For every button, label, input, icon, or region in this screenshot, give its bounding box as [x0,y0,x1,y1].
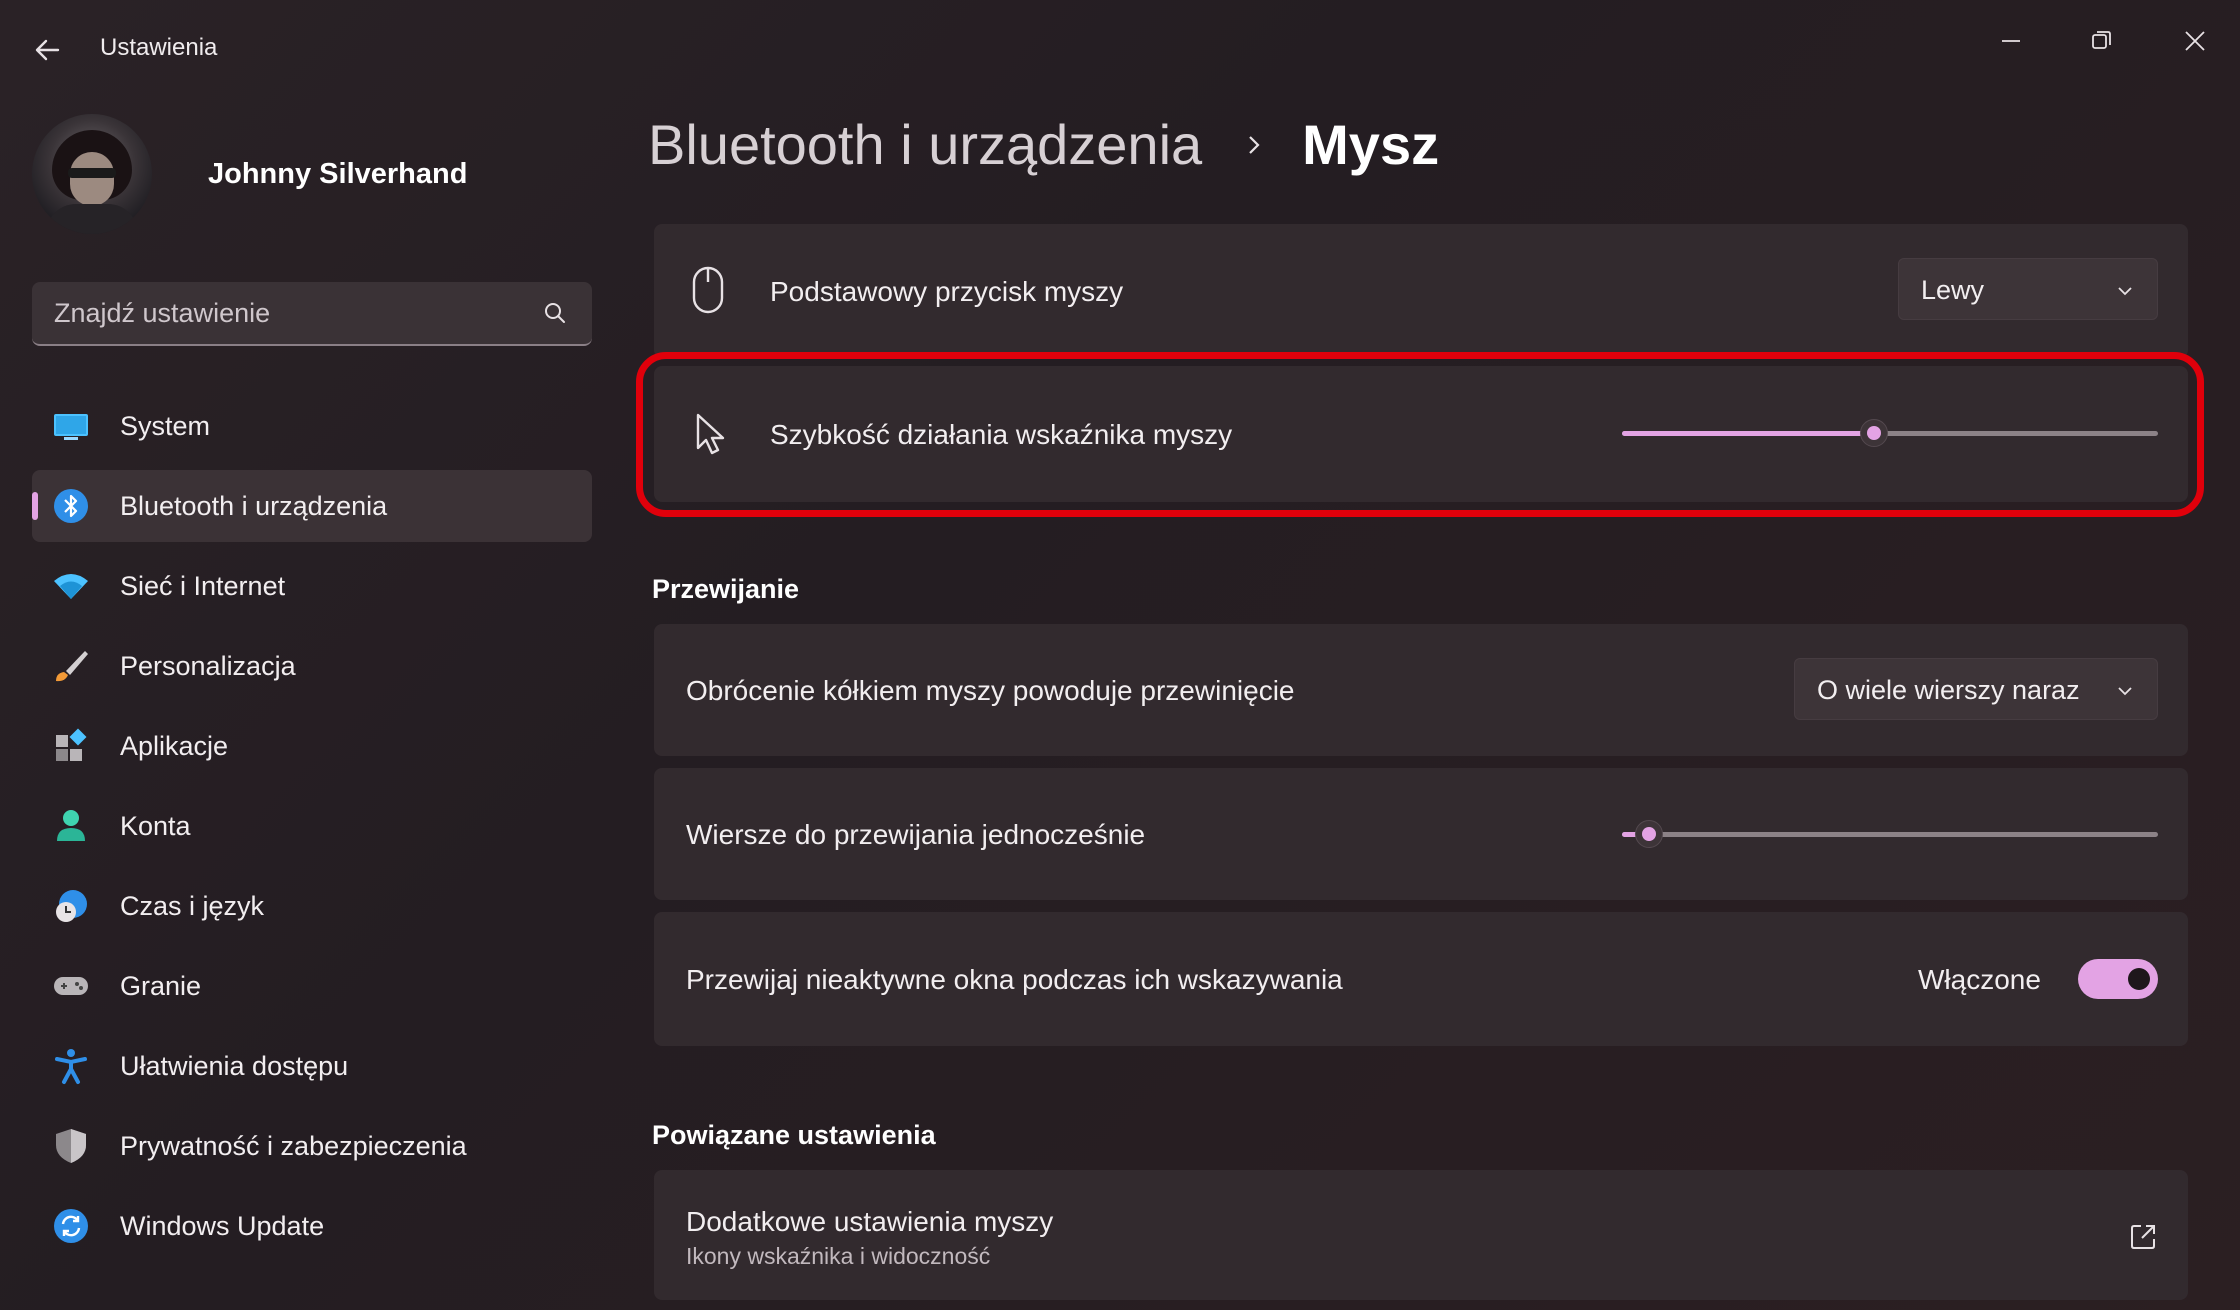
restore-button[interactable] [2066,16,2136,66]
related-settings-heading: Powiązane ustawienia [652,1120,936,1150]
minimize-icon [2002,40,2020,42]
profile-name: Johnny Silverhand [208,157,468,190]
inactive-scroll-toggle[interactable] [2078,959,2158,999]
sidebar-item-label: Bluetooth i urządzenia [120,490,388,521]
pointer-icon [696,413,725,455]
account-icon [57,810,85,841]
lines-to-scroll-slider[interactable] [1622,819,2158,849]
dropdown-value: O wiele wierszy naraz [1817,675,2080,705]
lines-to-scroll-card: Wiersze do przewijania jednocześnie [654,768,2188,900]
external-link-icon[interactable] [2128,1222,2158,1252]
additional-mouse-settings-card[interactable]: Dodatkowe ustawienia myszy Ikony wskaźni… [654,1170,2188,1300]
toggle-knob [2128,968,2150,990]
chevron-down-icon [2118,287,2132,296]
sidebar-item-label: System [120,410,211,441]
sidebar-item-privacy[interactable]: Prywatność i zabezpieczenia [32,1110,592,1182]
additional-settings-subtitle: Ikony wskaźnika i widoczność [686,1243,991,1269]
windows-update-icon [54,1209,88,1243]
inactive-scroll-label: Przewijaj nieaktywne okna podczas ich ws… [686,964,1343,995]
sidebar-item-gaming[interactable]: Granie [32,950,592,1022]
sidebar-item-label: Prywatność i zabezpieczenia [120,1130,467,1161]
inactive-scroll-card: Przewijaj nieaktywne okna podczas ich ws… [654,912,2188,1046]
slider-track [1622,832,2158,837]
pointer-speed-card: Szybkość działania wskaźnika myszy [654,366,2188,502]
selection-indicator [32,492,38,520]
search-icon[interactable] [542,300,568,326]
scrolling-heading: Przewijanie [652,574,800,604]
apps-icon [56,728,87,761]
close-button[interactable] [2160,16,2230,66]
wheel-scroll-label: Obrócenie kółkiem myszy powoduje przewin… [686,675,1295,706]
search-box[interactable] [32,282,592,346]
restore-icon [2092,31,2111,49]
sidebar-item-personalization[interactable]: Personalizacja [32,630,592,702]
mouse-icon [692,266,724,314]
app-title: Ustawienia [100,34,218,61]
sidebar-item-accessibility[interactable]: Ułatwienia dostępu [32,1030,592,1102]
avatar [32,114,152,234]
sidebar-item-label: Czas i język [120,890,265,921]
minimize-button[interactable] [1976,16,2046,66]
slider-thumb[interactable] [1859,419,1888,447]
lines-to-scroll-label: Wiersze do przewijania jednocześnie [686,819,1146,850]
sidebar-item-label: Konta [120,810,191,841]
breadcrumb: Bluetooth i urządzenia Mysz [648,112,1439,177]
close-icon [2185,31,2205,51]
title-bar: Ustawienia [0,0,2240,100]
sidebar-item-bluetooth[interactable]: Bluetooth i urządzenia [32,470,592,542]
slider-thumb[interactable] [1634,820,1663,848]
back-arrow-icon[interactable] [28,30,68,70]
chevron-down-icon [2118,687,2132,696]
accessibility-icon [55,1049,87,1084]
sidebar-item-label: Aplikacje [120,730,229,761]
sidebar-item-label: Personalizacja [120,650,296,681]
sidebar-item-time-language[interactable]: Czas i język [32,870,592,942]
wheel-scroll-card: Obrócenie kółkiem myszy powoduje przewin… [654,624,2188,756]
bluetooth-icon [54,489,88,523]
gamepad-icon [54,977,88,995]
wifi-icon [54,574,88,599]
additional-settings-title: Dodatkowe ustawienia myszy [686,1206,1054,1237]
sidebar-item-apps[interactable]: Aplikacje [32,710,592,782]
wheel-scroll-dropdown[interactable]: O wiele wierszy naraz [1794,658,2158,720]
user-profile[interactable]: Johnny Silverhand [32,114,467,234]
sidebar-item-label: Ułatwienia dostępu [120,1050,349,1081]
time-language-icon [56,890,87,922]
page-title: Mysz [1302,113,1440,176]
pointer-speed-label: Szybkość działania wskaźnika myszy [770,419,1233,450]
sidebar-item-label: Sieć i Internet [120,570,286,601]
primary-button-label: Podstawowy przycisk myszy [770,276,1124,307]
primary-button-card: Podstawowy przycisk myszy Lewy [654,224,2188,358]
search-input[interactable] [52,282,536,344]
pointer-speed-slider[interactable] [1622,418,2158,448]
primary-button-dropdown[interactable]: Lewy [1898,258,2158,320]
sidebar-item-system[interactable]: System [32,390,592,462]
sidebar-nav: System Bluetooth i urządzenia Sieć i Int… [32,390,592,1270]
system-icon [54,414,88,440]
slider-fill [1622,431,1874,436]
toggle-state-label: Włączone [1918,964,2041,995]
dropdown-value: Lewy [1921,275,1985,305]
chevron-right-icon [1249,135,1260,154]
sidebar-item-label: Granie [120,970,202,1001]
breadcrumb-parent[interactable]: Bluetooth i urządzenia [648,112,1202,177]
brush-icon [56,651,88,682]
sidebar-item-windows-update[interactable]: Windows Update [32,1190,592,1262]
shield-icon [56,1129,86,1163]
sidebar-item-network[interactable]: Sieć i Internet [32,550,592,622]
sidebar-item-label: Windows Update [120,1210,325,1241]
sidebar-item-accounts[interactable]: Konta [32,790,592,862]
